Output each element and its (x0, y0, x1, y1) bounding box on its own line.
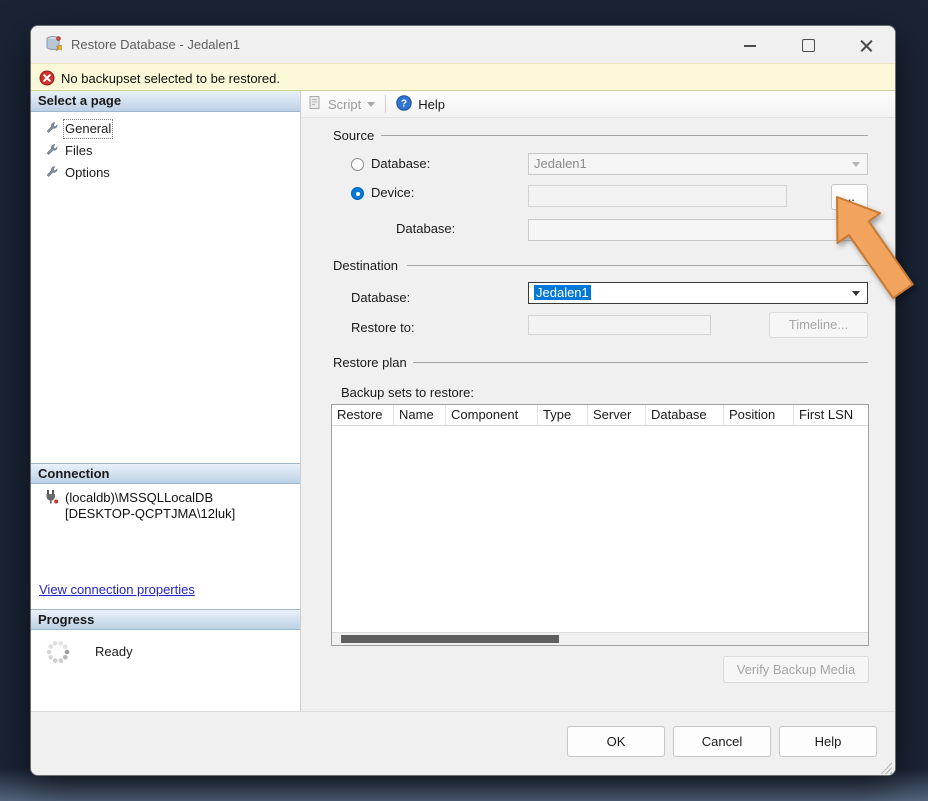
content-panel: Script ? Help Source Database: Jedalen1 (301, 91, 896, 711)
toolbar: Script ? Help (301, 91, 896, 118)
orange-arrow-pointer (812, 192, 928, 312)
sidebar-item-general[interactable]: General (45, 120, 111, 138)
desktop-background: Restore Database - Jedalen1 No backupset… (0, 0, 928, 801)
source-database2-label: Database: (396, 221, 455, 236)
chevron-down-icon (852, 162, 860, 167)
source-database-value: Jedalen1 (534, 156, 587, 171)
sidebar-item-label: Options (65, 165, 110, 181)
database-radio[interactable] (351, 158, 364, 171)
connection-header: Connection (31, 463, 300, 484)
column-header-restore: Restore (332, 405, 394, 425)
sidebar-item-options[interactable]: Options (45, 164, 110, 182)
ok-button[interactable]: OK (567, 726, 665, 757)
source-database-combobox: Jedalen1 (528, 153, 868, 175)
device-path-input (528, 185, 787, 207)
destination-group-label: Destination (333, 258, 398, 273)
select-a-page-header: Select a page (31, 91, 300, 112)
progress-header: Progress (31, 609, 300, 630)
restore-to-label: Restore to: (351, 320, 415, 335)
warning-text: No backupset selected to be restored. (61, 71, 280, 86)
sidebar: Select a page General Files Options Con (31, 91, 301, 711)
source-group-label: Source (333, 128, 374, 143)
backup-sets-table: Restore Name Component Type Server Datab… (331, 404, 869, 646)
column-header-database: Database (646, 405, 724, 425)
script-document-icon (308, 95, 322, 113)
script-button: Script (328, 97, 361, 112)
restore-plan-group-label: Restore plan (333, 355, 407, 370)
connection-info: (localdb)\MSSQLLocalDB [DESKTOP-QCPTJMA\… (65, 490, 235, 522)
restore-database-app-icon (45, 35, 63, 53)
resize-grip[interactable] (880, 762, 892, 774)
destination-database-value: Jedalen1 (534, 285, 591, 300)
column-header-name: Name (394, 405, 446, 425)
wrench-icon (45, 143, 58, 159)
toolbar-separator (385, 95, 386, 113)
destination-database-label: Database: (351, 290, 410, 305)
column-header-component: Component (446, 405, 538, 425)
error-circle-x-icon (39, 70, 55, 86)
connection-server: (localdb)\MSSQLLocalDB (65, 490, 235, 506)
wrench-icon (45, 165, 58, 181)
scrollbar-thumb[interactable] (341, 635, 559, 643)
group-divider (413, 362, 868, 363)
connection-user: [DESKTOP-QCPTJMA\12luk] (65, 506, 235, 522)
view-connection-properties-link[interactable]: View connection properties (39, 582, 195, 597)
window-title: Restore Database - Jedalen1 (71, 37, 240, 52)
sidebar-item-label: Files (65, 143, 92, 159)
sidebar-item-label: General (65, 121, 111, 137)
chevron-down-icon (367, 102, 375, 107)
backup-sets-label: Backup sets to restore: (341, 385, 474, 400)
warning-bar: No backupset selected to be restored. (31, 63, 895, 91)
progress-status: Ready (95, 644, 133, 659)
horizontal-scrollbar[interactable] (332, 632, 868, 645)
cancel-button[interactable]: Cancel (673, 726, 771, 757)
close-button[interactable] (856, 35, 876, 55)
help-toolbar-button[interactable]: Help (418, 97, 445, 112)
plug-icon (43, 489, 59, 505)
verify-backup-media-button: Verify Backup Media (723, 656, 869, 683)
device-radio[interactable] (351, 187, 364, 200)
group-divider (381, 135, 868, 136)
column-header-position: Position (724, 405, 794, 425)
maximize-button[interactable] (798, 35, 818, 55)
wrench-icon (45, 121, 58, 137)
device-radio-label: Device: (371, 185, 414, 200)
table-header-row: Restore Name Component Type Server Datab… (332, 405, 868, 426)
titlebar[interactable]: Restore Database - Jedalen1 (31, 26, 895, 63)
dialog-footer: OK Cancel Help (31, 711, 895, 776)
help-circle-icon: ? (396, 95, 412, 114)
group-divider (407, 265, 868, 266)
database-radio-label: Database: (371, 156, 430, 171)
restore-database-dialog: Restore Database - Jedalen1 No backupset… (30, 25, 896, 776)
column-header-server: Server (588, 405, 646, 425)
sidebar-item-files[interactable]: Files (45, 142, 92, 160)
svg-text:?: ? (401, 98, 407, 109)
column-header-first-lsn: First LSN (794, 405, 868, 425)
timeline-button: Timeline... (769, 312, 868, 338)
help-button[interactable]: Help (779, 726, 877, 757)
restore-to-input (528, 315, 711, 335)
column-header-type: Type (538, 405, 588, 425)
minimize-button[interactable] (740, 35, 760, 55)
spinner-icon (45, 639, 71, 665)
